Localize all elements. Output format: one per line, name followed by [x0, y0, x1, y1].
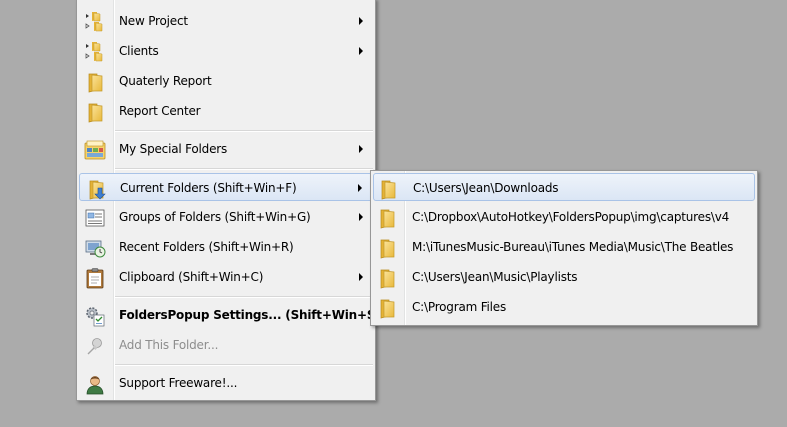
- menu-item-label: C:\Program Files: [412, 300, 507, 314]
- menu-separator: [115, 168, 373, 170]
- submenu-item-program-files[interactable]: C:\Program Files: [373, 293, 755, 321]
- submenu-arrow-icon: [359, 47, 363, 55]
- menu-item-quaterly-report[interactable]: Quaterly Report: [79, 67, 373, 95]
- folder-tree-icon: [84, 11, 106, 33]
- clipboard-icon: [86, 268, 104, 289]
- current-folders-submenu: C:\Users\Jean\Downloads C:\Dropbox\AutoH…: [370, 170, 758, 326]
- menu-item-groups-of-folders[interactable]: Groups of Folders (Shift+Win+G): [79, 203, 373, 231]
- menu-item-label: Current Folders (Shift+Win+F): [120, 181, 297, 195]
- folder-icon: [376, 297, 398, 319]
- pin-icon: [87, 338, 102, 355]
- submenu-arrow-icon: [358, 184, 362, 192]
- menu-item-label: New Project: [119, 14, 188, 28]
- menu-separator: [115, 130, 373, 132]
- menu-item-recent-folders[interactable]: Recent Folders (Shift+Win+R): [79, 233, 373, 261]
- recent-folders-icon: [85, 240, 106, 258]
- menu-separator: [115, 296, 373, 298]
- folder-icon: [377, 178, 399, 200]
- submenu-item-playlists[interactable]: C:\Users\Jean\Music\Playlists: [373, 263, 755, 291]
- folder-icon: [376, 237, 398, 259]
- menu-item-label: M:\iTunesMusic-Bureau\iTunes Media\Music…: [412, 240, 734, 254]
- menu-item-clipboard[interactable]: Clipboard (Shift+Win+C): [79, 263, 373, 291]
- menu-item-my-special-folders[interactable]: My Special Folders: [79, 135, 373, 163]
- special-folders-icon: [84, 140, 106, 160]
- menu-item-label: Report Center: [119, 104, 201, 118]
- folder-icon: [84, 101, 106, 123]
- folder-tree-icon: [84, 41, 106, 63]
- submenu-arrow-icon: [359, 145, 363, 153]
- support-user-icon: [86, 376, 104, 395]
- menu-item-label: Quaterly Report: [119, 74, 212, 88]
- menu-item-new-project[interactable]: New Project: [79, 7, 373, 35]
- submenu-item-captures-v4[interactable]: C:\Dropbox\AutoHotkey\FoldersPopup\img\c…: [373, 203, 755, 231]
- menu-item-current-folders[interactable]: Current Folders (Shift+Win+F): [79, 173, 373, 201]
- menu-item-label: Clipboard (Shift+Win+C): [119, 270, 264, 284]
- submenu-arrow-icon: [359, 213, 363, 221]
- submenu-item-the-beatles[interactable]: M:\iTunesMusic-Bureau\iTunes Media\Music…: [373, 233, 755, 261]
- submenu-arrow-icon: [359, 17, 363, 25]
- current-folders-icon: [85, 178, 106, 200]
- settings-icon: [86, 307, 105, 327]
- main-context-menu: New Project Clients Quaterly Report Repo…: [76, 0, 381, 401]
- menu-separator: [115, 364, 373, 366]
- menu-item-folderspopup-settings[interactable]: FoldersPopup Settings... (Shift+Win+S): [79, 301, 381, 329]
- menu-item-label: Recent Folders (Shift+Win+R): [119, 240, 294, 254]
- menu-item-label: C:\Users\Jean\Music\Playlists: [412, 270, 578, 284]
- menu-item-add-this-folder: Add This Folder...: [79, 331, 373, 359]
- menu-item-clients[interactable]: Clients: [79, 37, 373, 65]
- submenu-item-downloads[interactable]: C:\Users\Jean\Downloads: [373, 173, 755, 201]
- folder-icon: [376, 207, 398, 229]
- submenu-arrow-icon: [359, 273, 363, 281]
- menu-item-label: C:\Users\Jean\Downloads: [413, 181, 559, 195]
- menu-item-label: Clients: [119, 44, 159, 58]
- menu-item-label: C:\Dropbox\AutoHotkey\FoldersPopup\img\c…: [412, 210, 730, 224]
- menu-item-report-center[interactable]: Report Center: [79, 97, 373, 125]
- menu-item-label: Groups of Folders (Shift+Win+G): [119, 210, 311, 224]
- menu-item-label: Add This Folder...: [119, 338, 219, 352]
- folder-icon: [376, 267, 398, 289]
- menu-item-label: FoldersPopup Settings... (Shift+Win+S): [119, 308, 381, 322]
- folder-icon: [84, 71, 106, 93]
- menu-item-label: My Special Folders: [119, 142, 228, 156]
- menu-item-support-freeware[interactable]: Support Freeware!...: [79, 369, 373, 397]
- menu-item-label: Support Freeware!...: [119, 376, 238, 390]
- groups-icon: [85, 209, 105, 227]
